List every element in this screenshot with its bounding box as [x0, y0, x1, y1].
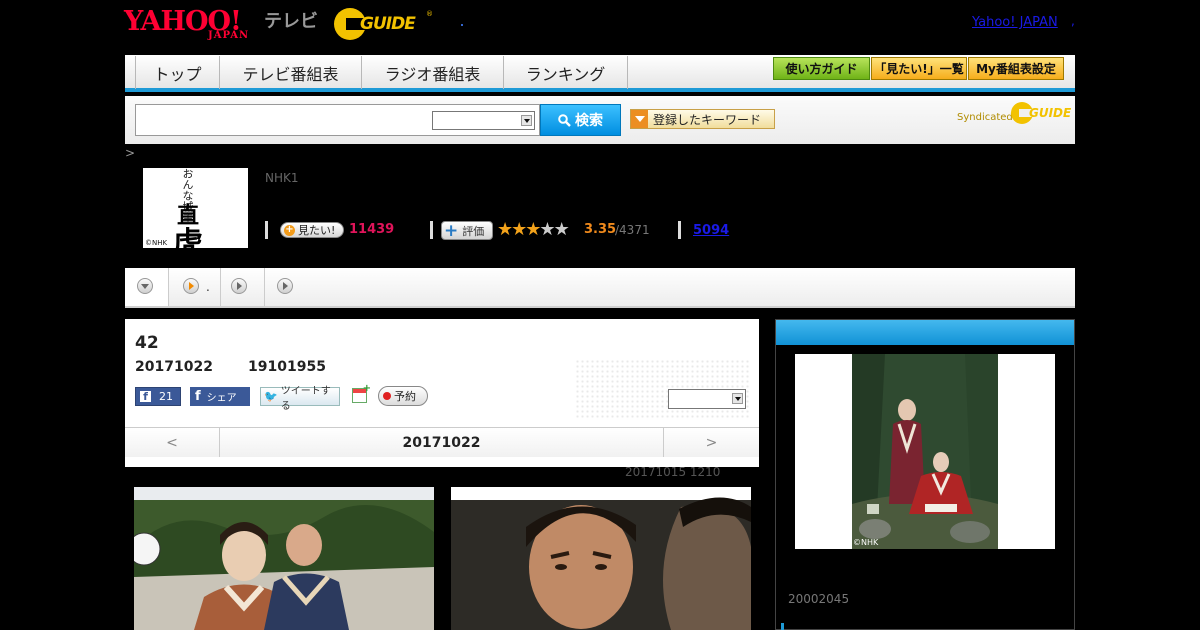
search-button[interactable]: 検索	[540, 104, 621, 136]
current-episode-date: 20171022	[402, 434, 481, 451]
subtab-2-label: .	[206, 280, 210, 294]
registered-mark: ®	[426, 10, 433, 18]
program-subtabs: .	[125, 268, 1075, 308]
tv-label[interactable]: テレビ	[264, 7, 318, 33]
side-photo-credit: ©NHK	[853, 538, 879, 547]
star-icon: ★	[553, 219, 570, 240]
divider	[430, 221, 433, 239]
next-episode-button[interactable]: >	[663, 428, 759, 457]
channel-name: NHK1	[265, 171, 299, 185]
search-icon	[558, 113, 571, 127]
episode-note: 20171015 1210	[625, 465, 721, 479]
syndicated-logo-text: GUIDE	[1029, 106, 1072, 120]
thumbnail-char-2: 虎	[173, 226, 203, 248]
rate-button[interactable]: + 評価	[441, 221, 493, 240]
episode-nav: < 20171022 >	[125, 427, 759, 457]
episode-select[interactable]	[668, 389, 746, 409]
like-count: 21	[159, 390, 173, 403]
subtab-4[interactable]	[265, 268, 309, 306]
yahoo-japan-link[interactable]: Yahoo! JAPAN	[972, 15, 1058, 30]
facebook-icon: f	[140, 391, 151, 403]
nav-tab-radio-schedule[interactable]: ラジオ番組表	[362, 56, 504, 89]
mitai-count: 11439	[349, 222, 395, 237]
saved-keywords-button[interactable]: 登録したキーワード	[630, 109, 775, 129]
side-panel-header	[776, 320, 1074, 345]
search-bar: 検索 登録したキーワード Syndicated GUIDE	[125, 96, 1075, 144]
syndicated-gguide-logo: GUIDE	[1011, 102, 1072, 124]
reserve-label: 予約	[394, 390, 416, 403]
share-label: シェア	[206, 393, 237, 404]
gguide-logo[interactable]: GUIDE ®	[334, 8, 434, 40]
facebook-like-button[interactable]: f 21	[135, 387, 181, 406]
mitai-label: 見たい!	[298, 224, 336, 237]
facebook-icon: f	[195, 389, 201, 404]
rating-count: /4371	[615, 223, 650, 237]
reserve-button[interactable]: 予約	[378, 386, 428, 406]
page: YAHOO! JAPAN テレビ GUIDE ® Yahoo! JAPAN , …	[0, 0, 1200, 630]
episode-panel: 42 20171022 19101955 f 21 f シェア 🐦 ツイートする…	[125, 319, 759, 467]
gguide-logo-text: GUIDE	[360, 14, 416, 34]
side-date: 20002045	[788, 592, 850, 606]
subtab-1[interactable]	[125, 268, 169, 306]
calendar-add-icon[interactable]	[352, 383, 371, 403]
search-category-select[interactable]	[432, 111, 535, 130]
plus-icon: +	[444, 220, 459, 241]
play-circle-icon	[183, 278, 199, 294]
header-dot	[461, 24, 463, 26]
twitter-bird-icon: 🐦	[264, 390, 278, 403]
divider	[678, 221, 681, 239]
side-marker	[781, 623, 784, 630]
record-icon	[383, 392, 391, 400]
divider	[265, 221, 268, 239]
nav-tab-top[interactable]: トップ	[135, 56, 220, 89]
rate-label: 評価	[462, 224, 485, 238]
mitai-list-button[interactable]: 「見たい!」一覧	[871, 57, 967, 80]
rating-value: 3.35	[584, 222, 617, 237]
my-schedule-settings-button[interactable]: My番組表設定	[968, 57, 1064, 80]
side-panel: ©NHK 20002045	[775, 319, 1075, 630]
tweet-label: ツイートする	[280, 385, 331, 412]
nav-tab-ranking[interactable]: ランキング	[504, 56, 628, 89]
broadcast-time: 19101955	[248, 359, 326, 375]
review-count-link[interactable]: 5094	[693, 223, 729, 238]
scene-photo-1[interactable]	[134, 487, 434, 630]
usage-guide-button[interactable]: 使い方ガイド	[773, 57, 870, 80]
star-icon: ★	[525, 219, 541, 240]
dropdown-arrow-icon	[631, 110, 648, 128]
dropdown-arrow-icon	[732, 393, 743, 404]
star-icon: ★	[511, 219, 527, 240]
scene-photo-1-image	[134, 487, 434, 630]
facebook-share-button[interactable]: f シェア	[190, 387, 250, 406]
main-nav: トップ テレビ番組表 ラジオ番組表 ランキング 使い方ガイド 「見たい!」一覧 …	[125, 55, 1075, 92]
side-photo-image	[795, 354, 1055, 549]
episode-number: 42	[135, 333, 159, 353]
breadcrumb: >	[125, 146, 136, 160]
nav-tab-tv-schedule[interactable]: テレビ番組表	[220, 56, 362, 89]
subtab-3[interactable]	[221, 268, 265, 306]
broadcast-date: 20171022	[135, 359, 213, 375]
syndicated-label: Syndicated	[957, 112, 1013, 123]
saved-keywords-label: 登録したキーワード	[653, 112, 762, 127]
side-program-photo[interactable]: ©NHK	[795, 354, 1055, 549]
play-circle-icon	[231, 278, 247, 294]
link-separator: ,	[1071, 14, 1075, 28]
search-button-label: 検索	[575, 113, 603, 129]
star-icon: ★	[539, 219, 555, 240]
yahoo-japan-logo[interactable]: YAHOO! JAPAN	[124, 6, 262, 42]
plus-icon: +	[284, 223, 295, 236]
star-icon: ★	[497, 219, 513, 240]
play-circle-icon	[277, 278, 293, 294]
subtab-2[interactable]: .	[169, 268, 221, 306]
yahoo-logo-sub: JAPAN	[208, 30, 250, 41]
chevron-down-circle-icon	[137, 278, 153, 294]
prev-episode-button[interactable]: <	[125, 428, 220, 457]
scene-photo-2[interactable]	[451, 487, 751, 630]
scene-photo-2-image	[451, 487, 751, 630]
tweet-button[interactable]: 🐦 ツイートする	[260, 386, 340, 412]
dropdown-arrow-icon	[521, 115, 532, 126]
program-thumbnail[interactable]: おんな城主 直 虎 ©NHK	[143, 168, 248, 248]
thumbnail-credit: ©NHK	[145, 239, 168, 247]
rating-stars: ★★★★★	[497, 219, 570, 240]
mitai-button[interactable]: + 見たい!	[280, 222, 344, 238]
